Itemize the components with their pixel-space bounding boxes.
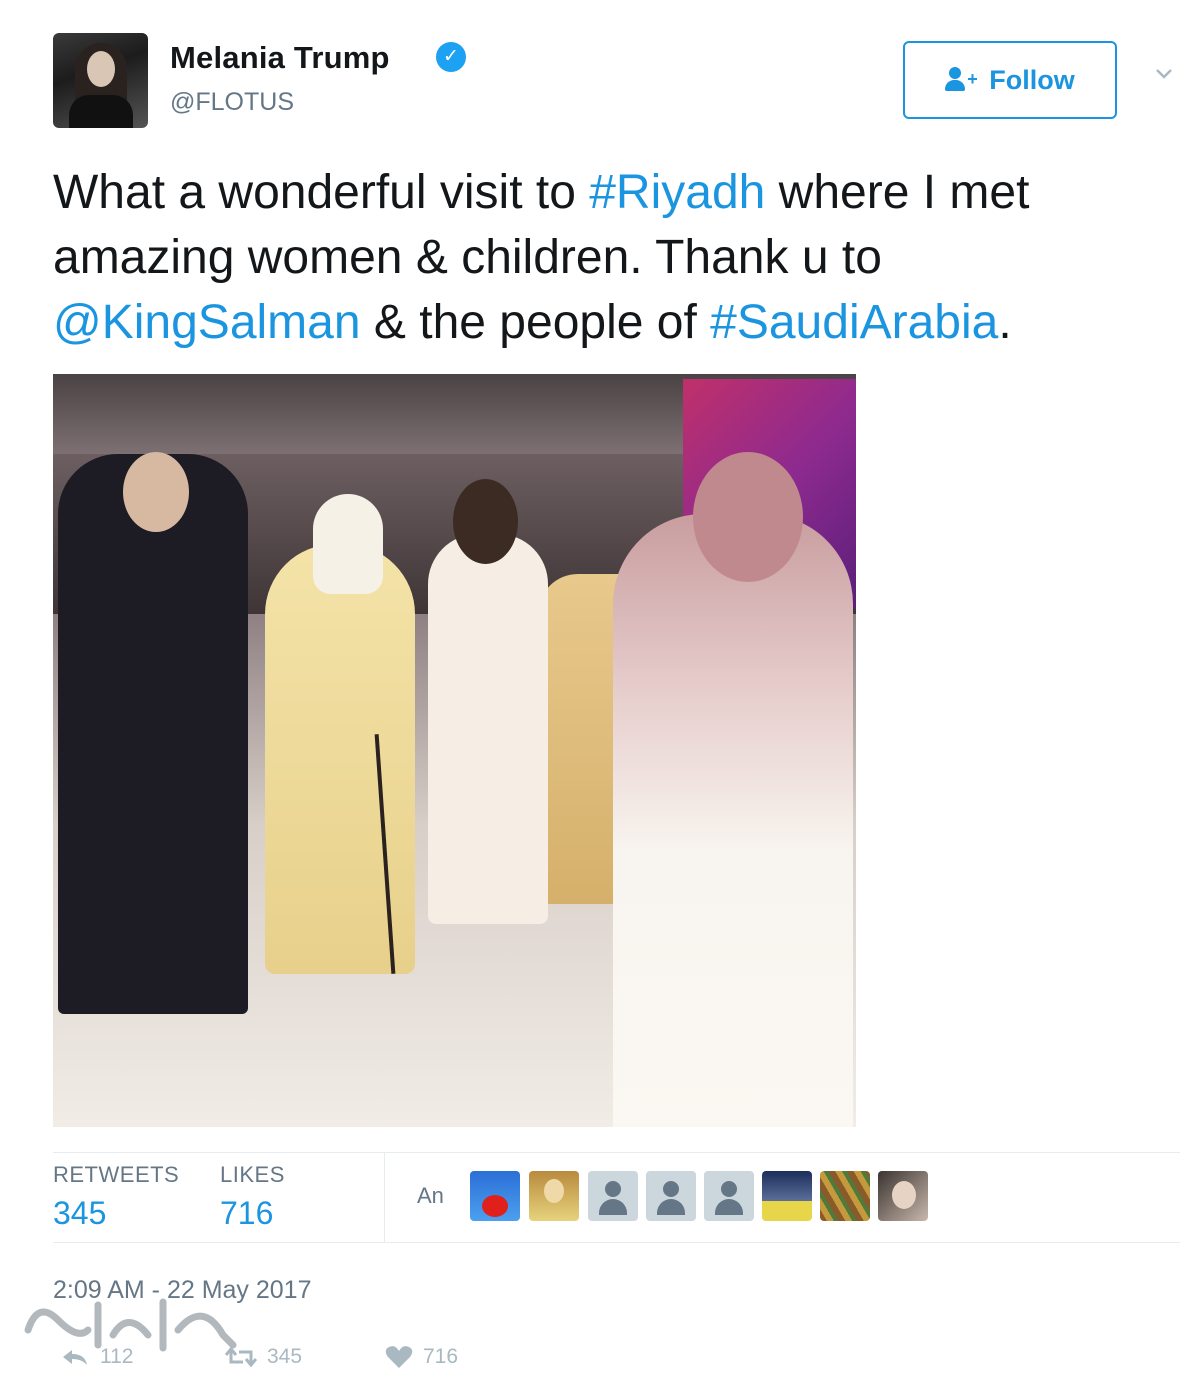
mention-kingsalman-link[interactable]: @KingSalman xyxy=(53,296,361,349)
photo-person xyxy=(265,544,415,974)
tweet-text: What a wonderful visit to #Riyadh where … xyxy=(53,160,1173,355)
retweet-action[interactable]: 345 xyxy=(225,1345,302,1369)
retweets-count[interactable]: 345 xyxy=(53,1195,106,1232)
retweet-count: 345 xyxy=(267,1345,303,1368)
avatar[interactable] xyxy=(53,33,148,128)
divider xyxy=(384,1152,385,1242)
photo-person-head xyxy=(453,479,518,564)
avatar-body xyxy=(69,95,133,128)
verified-badge-icon: ✓ xyxy=(436,42,466,72)
like-action[interactable]: 716 xyxy=(385,1345,458,1369)
photo-person xyxy=(613,514,853,1127)
liker-avatar[interactable] xyxy=(529,1171,579,1221)
liker-avatar[interactable] xyxy=(820,1171,870,1221)
tweet-text-part: & the people of xyxy=(360,296,711,349)
follow-button[interactable]: + Follow xyxy=(903,41,1117,119)
tweet-text-part: What a wonderful visit to xyxy=(53,166,590,219)
photo-person-head xyxy=(693,452,803,582)
likers-label: An xyxy=(417,1183,444,1208)
retweets-label: RETWEETS xyxy=(53,1162,180,1187)
likes-label: LIKES xyxy=(220,1162,285,1187)
liker-avatar[interactable] xyxy=(470,1171,520,1221)
retweet-icon xyxy=(225,1346,257,1368)
user-handle[interactable]: @FLOTUS xyxy=(170,88,294,117)
hashtag-riyadh-link[interactable]: #Riyadh xyxy=(589,166,765,219)
user-name[interactable]: Melania Trump xyxy=(170,40,390,76)
liker-avatar-default[interactable] xyxy=(588,1171,638,1221)
liker-avatar-default[interactable] xyxy=(704,1171,754,1221)
follow-button-label: Follow xyxy=(989,64,1075,95)
reply-icon xyxy=(63,1350,87,1365)
reply-action[interactable]: 112 xyxy=(60,1345,133,1369)
liker-avatar-default[interactable] xyxy=(646,1171,696,1221)
heart-icon xyxy=(385,1346,413,1368)
liker-avatar[interactable] xyxy=(762,1171,812,1221)
avatar-face xyxy=(87,51,115,87)
photo-person xyxy=(428,534,548,924)
photo-person xyxy=(58,454,248,1014)
reply-count: 112 xyxy=(100,1345,134,1368)
like-count: 716 xyxy=(423,1345,459,1368)
divider xyxy=(53,1152,1180,1153)
likes-count[interactable]: 716 xyxy=(220,1195,273,1232)
photo-person-head xyxy=(313,494,383,594)
tweet-text-part: . xyxy=(998,296,1012,349)
hashtag-saudiarabia-link[interactable]: #SaudiArabia xyxy=(710,296,998,349)
follow-person-icon: + xyxy=(945,67,979,93)
liker-avatar[interactable] xyxy=(878,1171,928,1221)
divider xyxy=(53,1242,1180,1243)
photo-person-head xyxy=(123,452,189,532)
chevron-down-icon[interactable] xyxy=(1154,64,1174,84)
tweet-photo[interactable] xyxy=(53,374,856,1127)
